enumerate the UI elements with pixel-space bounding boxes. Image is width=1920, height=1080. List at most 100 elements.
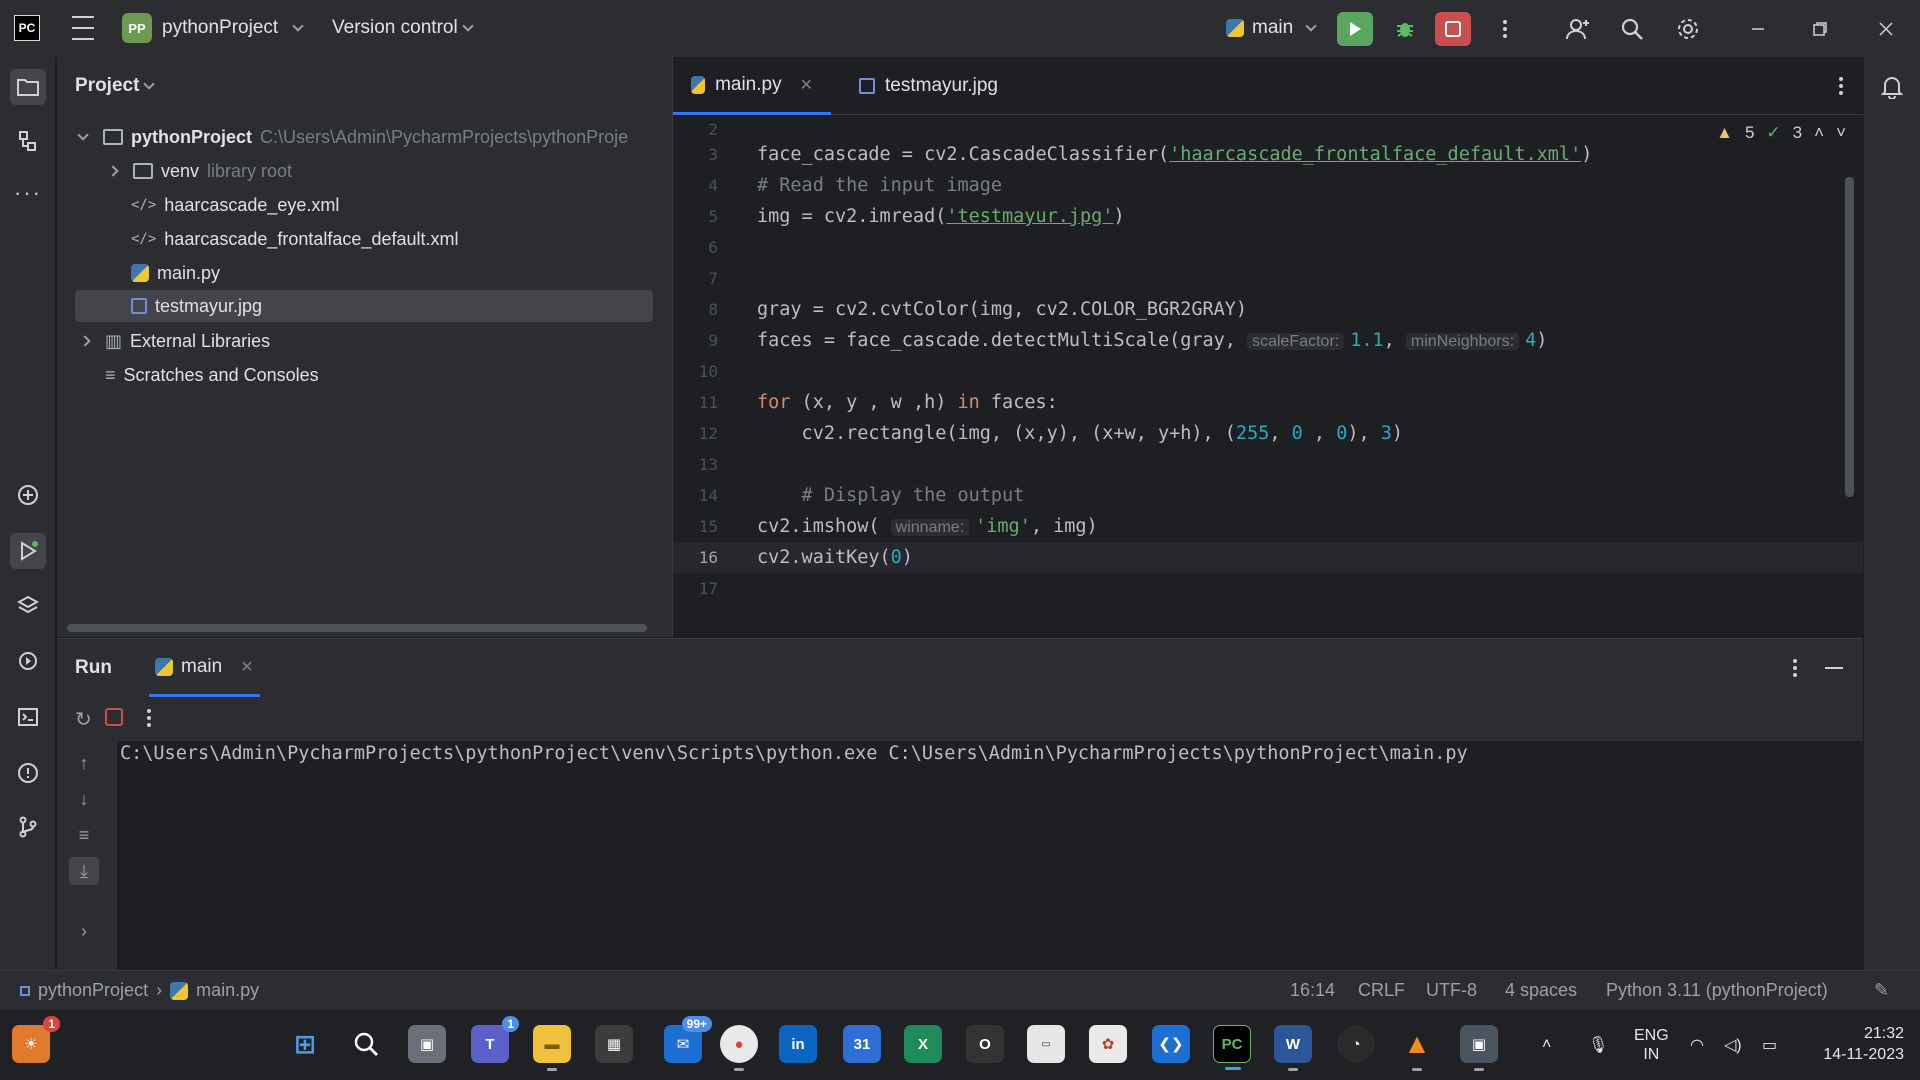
restore-button[interactable]	[1802, 12, 1838, 46]
linkedin-icon[interactable]: in	[779, 1025, 817, 1063]
horizontal-scrollbar[interactable]	[67, 624, 647, 632]
tree-item-external-libraries[interactable]: ▥ External Libraries	[79, 325, 270, 357]
tab-options-button[interactable]	[1839, 77, 1843, 95]
file-explorer-icon[interactable]: ▬	[533, 1025, 571, 1071]
tree-root[interactable]: pythonProject C:\Users\Admin\PycharmProj…	[77, 121, 628, 153]
services-tool-button[interactable]	[10, 643, 46, 679]
scroll-down-icon[interactable]: ↓	[69, 785, 99, 813]
interpreter-selector[interactable]: Python 3.11 (pythonProject)	[1606, 980, 1828, 1001]
read-only-toggle-icon[interactable]: ✎	[1874, 980, 1889, 1001]
search-icon[interactable]	[347, 1025, 385, 1063]
microphone-icon[interactable]: 🎙	[1588, 1010, 1608, 1080]
tree-item-venv[interactable]: venv library root	[107, 155, 292, 187]
vlc-icon[interactable]: ▲	[1398, 1025, 1436, 1071]
main-menu-icon[interactable]	[70, 16, 96, 40]
obs-icon[interactable]: O	[966, 1025, 1004, 1063]
python-packages-button[interactable]	[10, 477, 46, 513]
minimize-button[interactable]	[1740, 12, 1776, 46]
tree-item-file[interactable]: </> haarcascade_eye.xml	[131, 189, 339, 221]
structure-tool-button[interactable]	[10, 123, 46, 159]
code-line[interactable]: 8 gray = cv2.cvtColor(img, cv2.COLOR_BGR…	[673, 294, 1863, 325]
hide-panel-icon[interactable]	[1825, 667, 1843, 669]
app-icon[interactable]: ◔	[1337, 1025, 1375, 1063]
breadcrumb-project[interactable]: pythonProject	[38, 980, 148, 1001]
debug-button[interactable]	[1387, 12, 1423, 46]
task-view-icon[interactable]: ▣	[408, 1025, 446, 1063]
code-line[interactable]: 3 face_cascade = cv2.CascadeClassifier('…	[673, 139, 1863, 170]
language-indicator[interactable]: ENG IN	[1634, 1010, 1669, 1080]
code-line[interactable]: 14 # Display the output	[673, 480, 1863, 511]
code-line[interactable]: 7	[673, 263, 1863, 294]
vertical-scrollbar[interactable]	[1845, 177, 1854, 497]
project-tool-button[interactable]	[10, 69, 46, 105]
notifications-button[interactable]	[1874, 69, 1910, 105]
clock[interactable]: 21:32 14-11-2023	[1812, 1010, 1904, 1080]
word-icon[interactable]: W	[1274, 1025, 1312, 1071]
code-line[interactable]: 12 cv2.rectangle(img, (x,y), (x+w, y+h),…	[673, 418, 1863, 449]
teams-icon[interactable]: T1	[471, 1016, 519, 1063]
project-switcher[interactable]: PP pythonProject	[122, 12, 304, 44]
show-hidden-icons[interactable]: ˄	[1542, 1010, 1551, 1080]
stop-button[interactable]	[1435, 12, 1471, 46]
breadcrumb-file[interactable]: main.py	[196, 980, 259, 1001]
wifi-icon[interactable]: ◠	[1690, 1010, 1704, 1080]
run-more-button[interactable]	[147, 709, 151, 727]
rerun-icon[interactable]: ↻	[75, 707, 92, 732]
app-icon[interactable]: ▭	[1027, 1025, 1065, 1063]
excel-icon[interactable]: X	[904, 1025, 942, 1063]
mail-icon[interactable]: ✉ 99+	[664, 1016, 712, 1063]
terminal-tool-button[interactable]	[10, 699, 46, 735]
calendar-icon[interactable]: 31	[843, 1025, 881, 1063]
code-line[interactable]: 17	[673, 573, 1863, 604]
settings-button[interactable]	[1670, 12, 1706, 46]
problems-tool-button[interactable]	[10, 755, 46, 791]
rerun-button[interactable]	[1337, 12, 1373, 46]
code-line[interactable]: 13	[673, 449, 1863, 480]
code-line[interactable]: 4 # Read the input image	[673, 170, 1863, 201]
code-with-me-button[interactable]	[1560, 12, 1596, 46]
search-everywhere-button[interactable]	[1614, 12, 1650, 46]
tab-testmayur-jpg[interactable]: testmayur.jpg	[841, 57, 1016, 115]
git-tool-button[interactable]	[10, 809, 46, 845]
run-configuration-selector[interactable]: main	[1226, 12, 1317, 44]
stop-icon[interactable]	[105, 708, 123, 726]
close-window-button[interactable]	[1868, 12, 1904, 46]
code-line[interactable]: 6	[673, 232, 1863, 263]
chrome-icon[interactable]: ●	[720, 1025, 758, 1071]
code-line[interactable]: 5 img = cv2.imread('testmayur.jpg')	[673, 201, 1863, 232]
code-line[interactable]: 10	[673, 356, 1863, 387]
file-encoding[interactable]: UTF-8	[1426, 980, 1477, 1001]
version-control-menu[interactable]: Version control	[332, 12, 474, 44]
start-icon[interactable]: ⊞	[286, 1025, 324, 1063]
line-separator[interactable]: CRLF	[1358, 980, 1405, 1001]
battery-icon[interactable]: ▭	[1762, 1010, 1777, 1080]
code-line[interactable]: 11 for (x, y , w ,h) in faces:	[673, 387, 1863, 418]
more-actions-button[interactable]	[1487, 12, 1523, 46]
code-line[interactable]: 9 faces = face_cascade.detectMultiScale(…	[673, 325, 1863, 356]
vscode-icon[interactable]: ❮❯	[1152, 1025, 1190, 1063]
scroll-up-icon[interactable]: ↑	[69, 749, 99, 777]
run-options-button[interactable]	[1793, 659, 1797, 677]
tree-item-file-selected[interactable]: testmayur.jpg	[75, 290, 653, 322]
expand-icon[interactable]: ›	[69, 917, 99, 945]
run-tool-button[interactable]	[10, 533, 46, 569]
more-tools-button[interactable]: ···	[10, 175, 46, 211]
volume-icon[interactable]: ◁)	[1724, 1010, 1742, 1080]
close-tab-icon[interactable]: ✕	[800, 75, 813, 95]
caret-position[interactable]: 16:14	[1290, 980, 1335, 1001]
tree-item-file[interactable]: main.py	[131, 257, 220, 289]
app-icon[interactable]: ✿	[1089, 1025, 1127, 1063]
code-line[interactable]: 15 cv2.imshow( winname:'img', img)	[673, 511, 1863, 542]
tree-item-file[interactable]: </> haarcascade_frontalface_default.xml	[131, 223, 458, 255]
tree-item-scratches[interactable]: ≡ Scratches and Consoles	[105, 359, 319, 391]
pycharm-logo[interactable]: PC	[14, 15, 40, 41]
code-line-current[interactable]: 16 cv2.waitKey(0)	[673, 542, 1863, 573]
soft-wrap-icon[interactable]: ≡	[69, 821, 99, 849]
breadcrumb[interactable]: pythonProject › main.py	[20, 980, 259, 1001]
pycharm-icon[interactable]: PC	[1213, 1025, 1251, 1070]
run-tab-main[interactable]: main ✕	[149, 639, 260, 697]
project-panel-header[interactable]: Project	[75, 75, 156, 97]
close-tab-icon[interactable]: ✕	[240, 657, 253, 677]
app-icon[interactable]: ▣	[1460, 1025, 1498, 1071]
tab-main-py[interactable]: main.py ✕	[673, 57, 831, 115]
